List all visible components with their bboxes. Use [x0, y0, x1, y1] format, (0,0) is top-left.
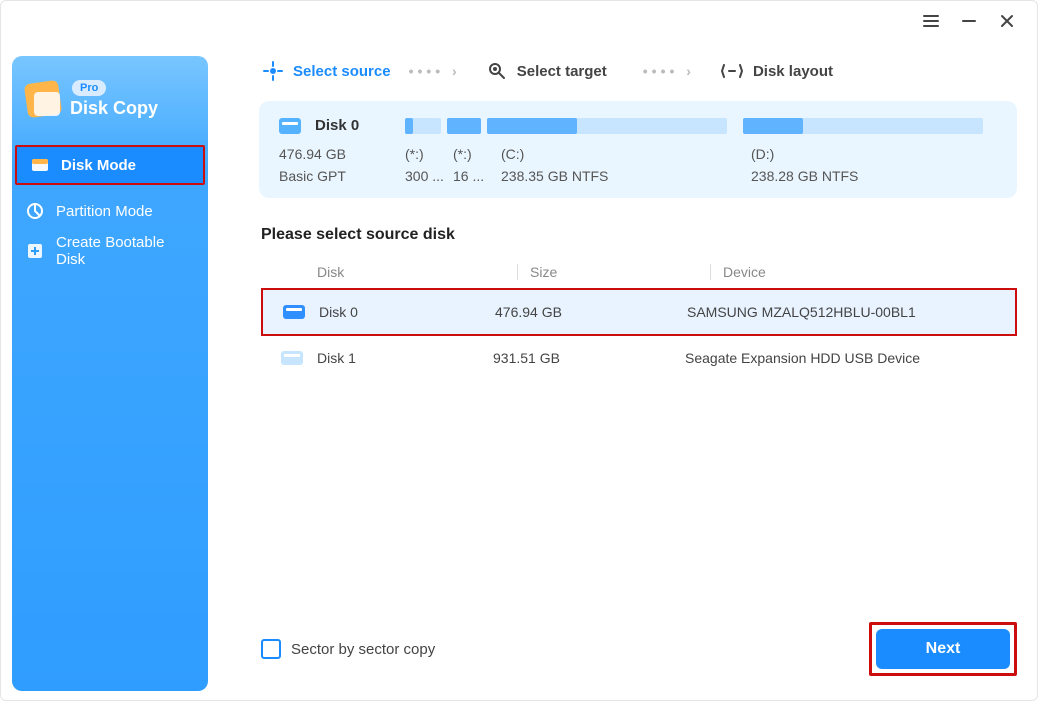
step-label: Select target — [517, 63, 607, 80]
pro-badge: Pro — [72, 80, 106, 96]
partition-detail: 238.35 GB NTFS — [501, 168, 751, 184]
disk-name: Disk 0 — [315, 117, 405, 134]
table-header: Disk Size Device — [261, 256, 1017, 288]
row-disk-size: 931.51 GB — [481, 350, 673, 366]
disk-icon — [283, 305, 305, 319]
partition-label: (*:) — [453, 146, 501, 162]
th-disk: Disk — [281, 264, 517, 280]
th-size: Size — [517, 264, 710, 280]
partition-label: (*:) — [405, 146, 453, 162]
app-window: Pro Disk Copy Disk Mode Partition Mode C… — [0, 0, 1038, 701]
disk-mode-icon — [31, 156, 49, 174]
row-disk-device: SAMSUNG MZALQ512HBLU-00BL1 — [675, 304, 1015, 320]
search-disk-icon — [487, 61, 507, 81]
titlebar — [923, 1, 1037, 41]
bootable-disk-icon — [26, 242, 44, 260]
partition-bar — [405, 118, 997, 134]
table-row[interactable]: Disk 0 476.94 GB SAMSUNG MZALQ512HBLU-00… — [261, 288, 1017, 336]
layout-icon — [721, 61, 743, 81]
minimize-icon[interactable] — [961, 13, 977, 29]
main-content: Select source •••• › Select target •••• … — [219, 41, 1023, 686]
partition-detail: 16 ... — [453, 168, 501, 184]
next-button[interactable]: Next — [876, 629, 1010, 669]
th-device: Device — [710, 264, 1017, 280]
menu-icon[interactable] — [923, 13, 939, 29]
step-label: Disk layout — [753, 63, 833, 80]
sidebar-item-label: Disk Mode — [61, 157, 136, 174]
row-disk-size: 476.94 GB — [483, 304, 675, 320]
disk-scheme: Basic GPT — [279, 168, 405, 184]
disk-icon — [279, 118, 301, 134]
target-icon — [263, 61, 283, 81]
row-disk-name: Disk 0 — [319, 304, 358, 320]
partition-label: (D:) — [751, 146, 858, 162]
sidebar-item-partition-mode[interactable]: Partition Mode — [12, 191, 208, 231]
step-separator: •••• › — [409, 63, 461, 79]
disk-size: 476.94 GB — [279, 146, 405, 162]
disk-table: Disk Size Device Disk 0 476.94 GB SAMSUN… — [261, 256, 1017, 380]
checkbox-label: Sector by sector copy — [291, 641, 435, 658]
partition-detail: 300 ... — [405, 168, 453, 184]
next-highlight: Next — [869, 622, 1017, 676]
sidebar-item-label: Create Bootable Disk — [56, 234, 194, 268]
sidebar-item-label: Partition Mode — [56, 203, 153, 220]
sector-copy-checkbox[interactable]: Sector by sector copy — [261, 639, 435, 659]
brand: Pro Disk Copy — [12, 78, 208, 143]
row-disk-device: Seagate Expansion HDD USB Device — [673, 350, 1017, 366]
step-select-target: Select target — [487, 61, 607, 81]
disk-icon — [281, 351, 303, 365]
partition-label: (C:) — [501, 146, 751, 162]
row-disk-name: Disk 1 — [317, 350, 356, 366]
partition-mode-icon — [26, 202, 44, 220]
step-label: Select source — [293, 63, 391, 80]
partition-detail: 238.28 GB NTFS — [751, 168, 858, 184]
checkbox-icon — [261, 639, 281, 659]
app-logo-icon — [26, 82, 60, 116]
sidebar-item-disk-mode[interactable]: Disk Mode — [15, 145, 205, 185]
sidebar: Pro Disk Copy Disk Mode Partition Mode C… — [12, 56, 208, 691]
wizard-steps: Select source •••• › Select target •••• … — [219, 41, 1023, 101]
close-icon[interactable] — [999, 13, 1015, 29]
footer: Sector by sector copy Next — [261, 622, 1017, 676]
step-select-source[interactable]: Select source — [263, 61, 391, 81]
step-separator: •••• › — [643, 63, 695, 79]
app-title: Disk Copy — [70, 98, 158, 119]
step-disk-layout: Disk layout — [721, 61, 833, 81]
section-title: Please select source disk — [261, 226, 1023, 244]
sidebar-item-create-bootable[interactable]: Create Bootable Disk — [12, 231, 208, 271]
selected-disk-card: Disk 0 476.94 GB Basic GPT (*:) 300 ... — [259, 101, 1017, 198]
table-row[interactable]: Disk 1 931.51 GB Seagate Expansion HDD U… — [261, 336, 1017, 380]
